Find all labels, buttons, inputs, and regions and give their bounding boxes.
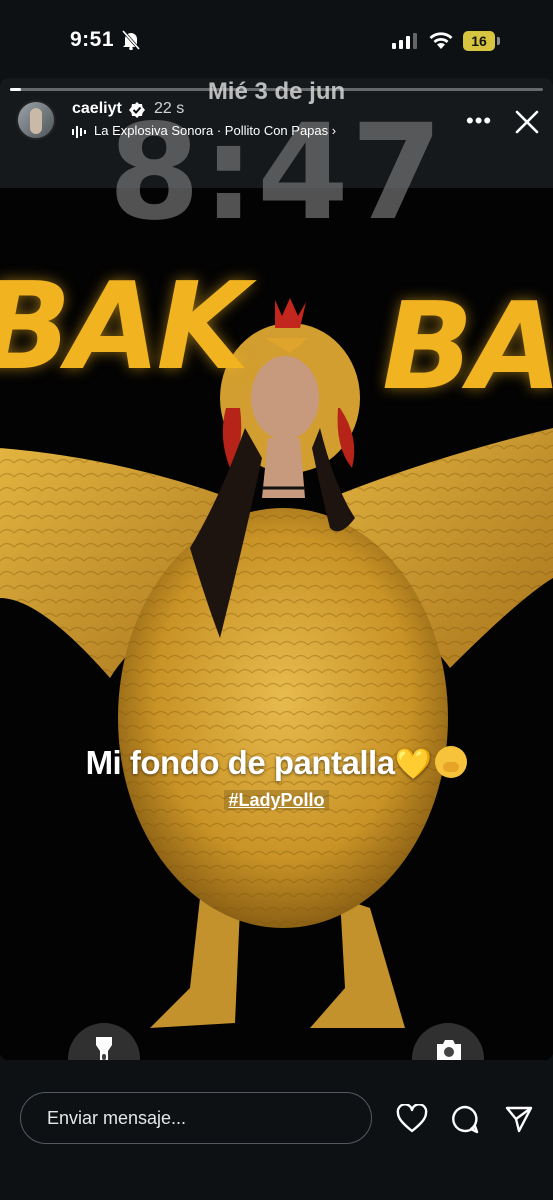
flashlight-icon	[96, 1037, 112, 1060]
story-caption: Mi fondo de pantalla💛	[0, 744, 553, 782]
status-time: 9:51	[70, 28, 115, 51]
send-paper-plane-icon[interactable]	[504, 1104, 534, 1134]
caption-text: Mi fondo de pantalla	[85, 744, 396, 781]
reply-bubble-icon[interactable]	[450, 1104, 480, 1134]
camera-icon	[437, 1040, 461, 1060]
music-track-link[interactable]: La Explosiva Sonora · Pollito Con Papas …	[94, 123, 336, 138]
story-header: caeliyt 22 s La Explosiva Sonora · Polli…	[12, 100, 542, 144]
verified-badge-icon	[129, 102, 145, 118]
battery-icon: 16	[463, 31, 501, 51]
status-bar: 9:51 16	[0, 0, 553, 80]
music-track-name: La Explosiva Sonora · Pollito Con Papas	[94, 123, 329, 138]
graffiti-text-left: BAK	[0, 258, 249, 397]
battery-level: 16	[463, 31, 495, 51]
story-viewer[interactable]: Mié 3 de jun 8:47 BAK BA caeliyt 22 s La…	[0, 78, 553, 1060]
signal-icon	[392, 33, 417, 49]
hashtag-text: #LadyPollo	[224, 790, 329, 810]
more-options-icon[interactable]: •••	[466, 110, 492, 132]
message-input[interactable]	[20, 1092, 372, 1144]
hashtag-link[interactable]: #LadyPollo	[0, 790, 553, 811]
music-bars-icon	[72, 126, 86, 138]
yellow-heart-emoji: 💛	[394, 748, 432, 781]
bell-mute-icon	[122, 30, 140, 50]
close-icon[interactable]	[514, 109, 540, 135]
wifi-icon	[429, 32, 453, 49]
username[interactable]: caeliyt	[72, 100, 122, 118]
chevron-right-icon: ›	[331, 123, 337, 138]
heart-icon[interactable]	[396, 1104, 428, 1134]
story-timestamp: 22 s	[154, 100, 185, 117]
graffiti-text-right: BA	[382, 278, 553, 417]
avatar[interactable]	[16, 100, 56, 140]
hand-over-mouth-emoji-icon	[435, 746, 468, 778]
